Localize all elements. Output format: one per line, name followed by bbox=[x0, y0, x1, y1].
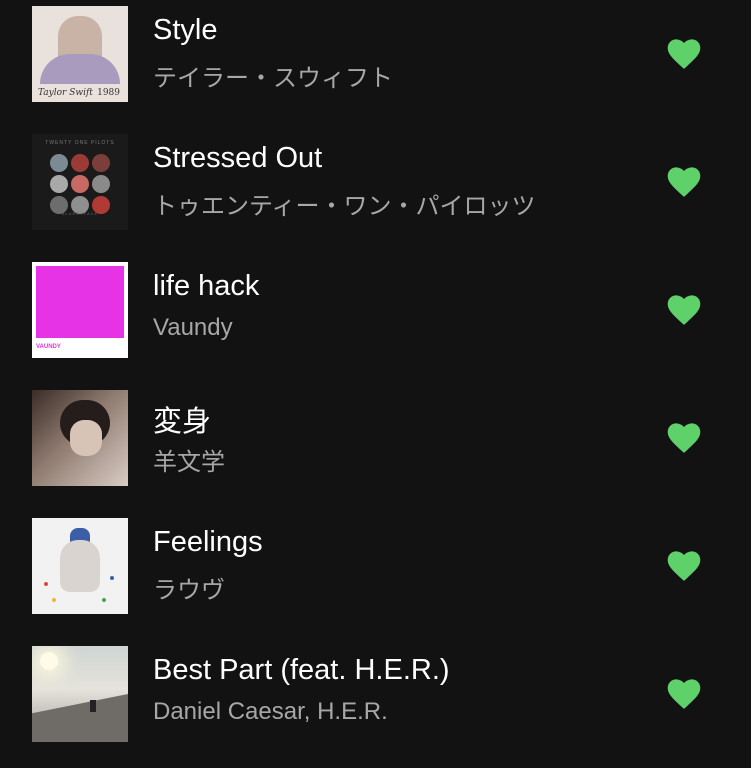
heart-icon[interactable] bbox=[667, 550, 701, 582]
track-title: Style bbox=[153, 14, 218, 46]
track-artist: テイラー・スウィフト bbox=[153, 65, 393, 92]
heart-icon[interactable] bbox=[667, 294, 701, 326]
album-art-confetti bbox=[102, 598, 106, 602]
album-art-confetti bbox=[44, 582, 48, 586]
album-art-dot bbox=[92, 175, 110, 193]
track-row-life-hack[interactable]: VAUNDY life hack Vaundy bbox=[0, 256, 751, 384]
album-art-roof bbox=[32, 694, 128, 742]
track-row-style[interactable]: Taylor Swift 1989 Style テイラー・スウィフト bbox=[0, 0, 751, 128]
track-artist: 羊文学 bbox=[153, 449, 225, 476]
album-art-confetti bbox=[110, 576, 114, 580]
track-row-henshin[interactable]: 変身 羊文学 bbox=[0, 384, 751, 512]
album-art-figure-shirt bbox=[40, 54, 120, 84]
album-art-dot bbox=[92, 154, 110, 172]
album-art-confetti bbox=[52, 598, 56, 602]
track-row-feelings[interactable]: Feelings ラウヴ bbox=[0, 512, 751, 640]
track-title: Best Part (feat. H.E.R.) bbox=[153, 654, 450, 686]
album-art-year: 1989 bbox=[97, 88, 120, 98]
album-art: TWENTY ONE PILOTS BLURRYFACE bbox=[32, 134, 128, 230]
heart-icon[interactable] bbox=[667, 166, 701, 198]
track-title: 変身 bbox=[153, 406, 212, 438]
album-art-header: TWENTY ONE PILOTS bbox=[45, 140, 115, 146]
track-artist: Daniel Caesar, H.E.R. bbox=[153, 698, 388, 725]
album-art-color-block bbox=[36, 266, 124, 338]
album-art-footer: BLURRYFACE bbox=[61, 211, 99, 216]
album-art-dot bbox=[71, 175, 89, 193]
album-art-caption: Taylor Swift bbox=[38, 88, 93, 98]
heart-icon[interactable] bbox=[667, 38, 701, 70]
album-art bbox=[32, 518, 128, 614]
liked-songs-list: Taylor Swift 1989 Style テイラー・スウィフト TWENT… bbox=[0, 0, 751, 751]
track-title: life hack bbox=[153, 270, 260, 302]
heart-icon[interactable] bbox=[667, 422, 701, 454]
track-row-stressed-out[interactable]: TWENTY ONE PILOTS BLURRYFACE Stressed Ou… bbox=[0, 128, 751, 256]
album-art: VAUNDY bbox=[32, 262, 128, 358]
track-artist: トゥエンティー・ワン・パイロッツ bbox=[153, 193, 536, 220]
album-art-figure bbox=[90, 700, 96, 712]
album-art: Taylor Swift 1989 bbox=[32, 6, 128, 102]
album-art bbox=[32, 646, 128, 742]
track-row-best-part[interactable]: Best Part (feat. H.E.R.) Daniel Caesar, … bbox=[0, 640, 751, 768]
album-art bbox=[32, 390, 128, 486]
album-art-sun bbox=[40, 652, 58, 670]
heart-icon[interactable] bbox=[667, 678, 701, 710]
album-art-dot bbox=[50, 175, 68, 193]
album-art-tag: VAUNDY bbox=[36, 344, 61, 350]
track-title: Stressed Out bbox=[153, 142, 323, 174]
album-art-figure-face bbox=[70, 420, 102, 456]
album-art-dot bbox=[71, 154, 89, 172]
track-title: Feelings bbox=[153, 526, 263, 558]
album-art-figure bbox=[60, 540, 100, 592]
track-artist: Vaundy bbox=[153, 314, 233, 341]
album-art-dot bbox=[50, 154, 68, 172]
track-artist: ラウヴ bbox=[153, 577, 225, 604]
